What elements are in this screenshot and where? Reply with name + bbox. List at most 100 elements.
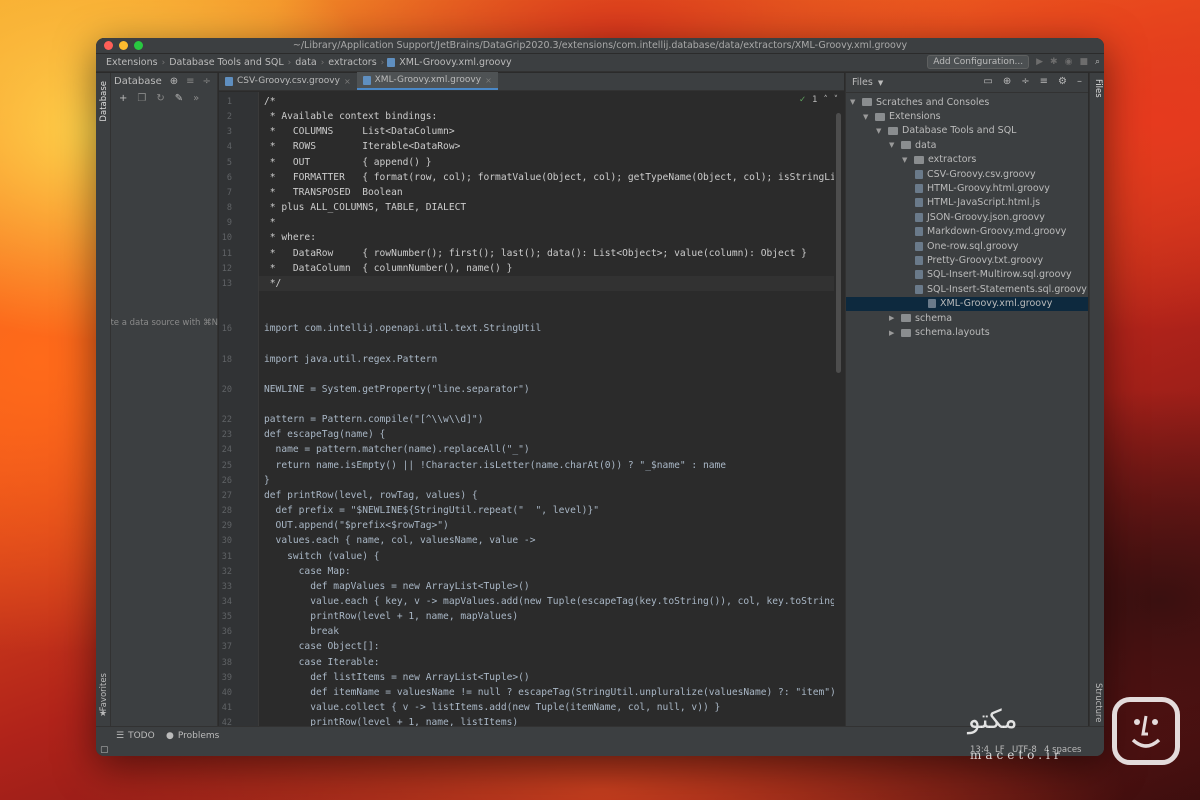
tab-xml-groovy[interactable]: XML-Groovy.xml.groovy × [356,72,498,90]
add-configuration-button[interactable]: Add Configuration... [927,55,1030,69]
search-icon[interactable]: ⌕ [1095,57,1100,67]
debug-icon[interactable]: ✱ [1050,57,1058,67]
tree-folder-item[interactable]: ▼ Extensions [863,109,941,123]
groovy-file-icon [915,198,923,208]
tree-item-label: schema.layouts [915,327,990,339]
code-line: def listItems = new ArrayList<Tuple>() [264,671,530,683]
chevron-up-icon[interactable]: ˄ [824,95,828,105]
chevron-right-icon[interactable]: ▶ [889,329,897,337]
add-icon[interactable]: + [119,93,127,104]
structure-tool-window-tab[interactable]: Structure [1093,683,1103,723]
code-line: * [264,217,276,229]
code-editor[interactable]: CSV-Groovy.csv.groovy × XML-Groovy.xml.g… [219,72,844,728]
tree-folder-item[interactable]: ▶ schema.layouts [889,325,990,339]
favorites-tool-window-tab[interactable]: Favorites [99,673,109,711]
tree-file-item[interactable]: One-row.sql.groovy [915,239,1018,253]
breadcrumb-extensions[interactable]: Extensions [102,57,162,68]
minimize-panel-icon[interactable]: – [1077,76,1082,87]
groovy-file-icon [915,227,923,237]
tree-item-label: XML-Groovy.xml.groovy [940,298,1053,310]
line-number: 1 [226,97,232,107]
line-number: 8 [226,203,232,214]
chevron-down-icon[interactable]: ▼ [863,113,871,121]
chevron-down-icon[interactable]: ˅ [834,95,838,105]
tree-item-label: Pretty-Groovy.txt.groovy [927,255,1044,267]
line-number: 38 [221,657,232,668]
todo-label: TODO [128,731,155,741]
tree-file-item[interactable]: CSV-Groovy.csv.groovy [915,167,1036,181]
target-icon[interactable]: ⊕ [1003,76,1011,87]
line-number: 3 [226,127,232,138]
tree-file-item[interactable]: Markdown-Groovy.md.groovy [915,225,1066,239]
code-line: def escapeTag(name) { [264,429,386,441]
line-number: 23 [221,430,232,441]
groovy-file-icon [387,58,396,67]
code-line: } [264,474,270,486]
refresh-icon[interactable]: ↻ [156,93,164,104]
folder-icon [862,98,872,107]
tree-folder-item[interactable]: ▼ Database Tools and SQL [876,124,1016,138]
collapse-all-icon[interactable]: ≡ [1040,76,1048,87]
stop-icon[interactable]: ■ [1079,57,1088,67]
breadcrumb-file[interactable]: XML-Groovy.xml.groovy [395,57,515,68]
chevron-down-icon[interactable]: ▼ [889,141,897,149]
expand-all-icon[interactable]: ÷ [1021,76,1029,87]
breadcrumb-database-tools[interactable]: Database Tools and SQL [165,57,287,68]
more-icon[interactable]: » [193,93,199,104]
chevron-down-icon[interactable]: ▼ [850,98,858,106]
vertical-scrollbar[interactable] [836,113,841,373]
tree-file-item[interactable]: HTML-JavaScript.html.js [915,196,1040,210]
tree-item-label: Scratches and Consoles [876,96,990,108]
gear-icon[interactable]: ⚙ [1058,76,1067,87]
tree-item-label: Extensions [889,111,941,123]
breadcrumb-extractors[interactable]: extractors [324,57,380,68]
todo-tool-button[interactable]: ☰ TODO [116,731,155,741]
edit-icon[interactable]: ✎ [175,93,183,104]
tab-csv-groovy[interactable]: CSV-Groovy.csv.groovy × [219,72,357,90]
close-tab-icon[interactable]: × [485,76,492,85]
folder-icon[interactable]: ▭ [983,76,992,87]
tree-file-item[interactable]: HTML-Groovy.html.groovy [915,181,1050,195]
copy-icon[interactable]: ❐ [137,93,146,104]
coverage-icon[interactable]: ◉ [1065,57,1073,67]
chevron-down-icon[interactable]: ▼ [902,156,910,164]
tree-file-item[interactable]: XML-Groovy.xml.groovy [846,296,1088,311]
code-line: * FORMATTER { format(row, col); formatVa… [264,171,834,183]
tree-file-item[interactable]: SQL-Insert-Statements.sql.groovy [915,282,1087,296]
problems-tool-button[interactable]: ● Problems [166,731,219,741]
chevron-down-icon[interactable]: ▼ [876,127,884,135]
tree-folder-item[interactable]: ▼ data [889,138,936,152]
status-bar: ☰ TODO ● Problems ▢ 13:4 LF UTF-8 4 spac… [96,726,1104,756]
tree-item-label: HTML-JavaScript.html.js [927,197,1041,209]
line-number: 41 [221,703,232,713]
target-icon[interactable]: ⊕ [170,76,178,87]
line-number: 7 [226,187,232,198]
run-icon[interactable]: ▶ [1036,57,1043,67]
inspection-widget[interactable]: ✓ 1 ˄ ˅ [799,95,838,105]
code-line: * DataColumn { columnNumber(), name() } [264,262,513,274]
code-line: import com.intellij.openapi.util.text.St… [264,323,542,335]
collapse-icon[interactable]: ≡ [186,76,194,87]
close-tab-icon[interactable]: × [344,77,351,86]
line-number: 28 [221,506,232,517]
chevron-right-icon[interactable]: ▶ [889,314,897,322]
tree-folder-item[interactable]: ▶ schema [889,311,952,325]
files-panel-title[interactable]: Files [852,77,873,88]
tree-file-item[interactable]: Pretty-Groovy.txt.groovy [915,253,1043,267]
files-tool-window-tab[interactable]: Files [1093,79,1103,98]
tree-folder-item[interactable]: ▼ extractors [902,153,976,167]
code-area[interactable]: /* * Available context bindings: * COLUM… [259,92,834,726]
expand-icon[interactable]: ÷ [203,76,211,87]
groovy-file-icon [915,256,923,266]
tree-file-item[interactable]: SQL-Insert-Multirow.sql.groovy [915,268,1072,282]
database-panel-title: Database [114,75,162,87]
chevron-down-icon[interactable]: ▼ [878,79,883,87]
empty-state-hint: Create a data source with ⌘N [111,318,218,328]
layout-icon[interactable]: ▢ [100,745,109,755]
tree-file-item[interactable]: JSON-Groovy.json.groovy [915,210,1045,224]
tree-folder-item[interactable]: ▼ Scratches and Consoles [850,95,989,109]
files-panel: Files ▼ ▭ ⊕ ÷ ≡ ⚙ – ▼ Scratches and Conso… [845,73,1088,726]
database-tool-window-tab[interactable]: Database [99,81,109,122]
breadcrumb-data[interactable]: data [291,57,320,68]
watermark-site: maceto.ir [970,748,1064,762]
